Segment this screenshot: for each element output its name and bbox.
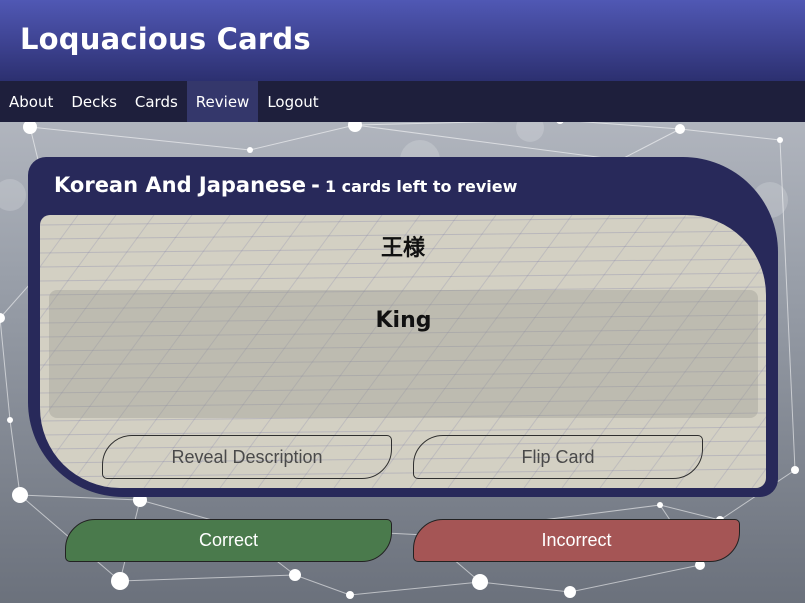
correct-button[interactable]: Correct xyxy=(65,519,392,562)
network-node xyxy=(472,574,488,590)
heading-separator: - xyxy=(311,173,320,197)
reveal-description-button[interactable]: Reveal Description xyxy=(102,435,392,479)
paper-rule-line xyxy=(40,216,766,226)
card-back-text: King xyxy=(375,308,432,333)
review-heading: Korean And Japanese - 1 cards left to re… xyxy=(54,173,517,197)
nav-item-about[interactable]: About xyxy=(0,81,62,122)
network-node xyxy=(346,591,354,599)
network-node xyxy=(791,466,799,474)
nav-item-cards[interactable]: Cards xyxy=(126,81,187,122)
deck-name: Korean And Japanese xyxy=(54,173,307,197)
network-node xyxy=(777,137,783,143)
network-link xyxy=(679,128,781,141)
network-link xyxy=(479,581,571,593)
network-node xyxy=(657,502,663,508)
review-panel: Korean And Japanese - 1 cards left to re… xyxy=(28,157,778,497)
nav-item-decks[interactable]: Decks xyxy=(62,81,126,122)
network-link xyxy=(0,317,11,421)
network-link xyxy=(29,126,251,151)
paper-rule-line xyxy=(40,426,766,436)
network-link xyxy=(569,564,701,593)
network-node xyxy=(111,572,129,590)
network-node xyxy=(0,313,5,323)
network-node xyxy=(247,147,253,153)
network-link xyxy=(349,581,481,596)
app-header: Loquacious Cards xyxy=(0,0,805,81)
network-link xyxy=(9,419,21,496)
incorrect-button[interactable]: Incorrect xyxy=(413,519,740,562)
network-node xyxy=(564,586,576,598)
flip-card-button[interactable]: Flip Card xyxy=(413,435,703,479)
nav-bar: About Decks Cards Review Logout xyxy=(0,81,805,122)
network-link xyxy=(294,574,351,596)
network-link xyxy=(354,124,621,161)
network-node xyxy=(289,569,301,581)
flashcard: 王様 King Reveal Description Flip Card xyxy=(40,215,766,488)
network-node xyxy=(7,417,13,423)
network-link xyxy=(249,124,356,151)
nav-item-logout[interactable]: Logout xyxy=(258,81,327,122)
network-node xyxy=(23,120,37,134)
network-node xyxy=(675,124,685,134)
nav-item-review[interactable]: Review xyxy=(186,81,259,122)
network-node xyxy=(12,487,28,503)
cards-left-count: 1 cards left to review xyxy=(324,177,518,196)
network-link xyxy=(119,574,296,582)
network-link xyxy=(619,128,681,161)
card-back-area: King xyxy=(49,290,758,418)
network-bokeh xyxy=(0,179,26,211)
app-title: Loquacious Cards xyxy=(20,22,311,56)
card-front-text: 王様 xyxy=(380,236,425,261)
